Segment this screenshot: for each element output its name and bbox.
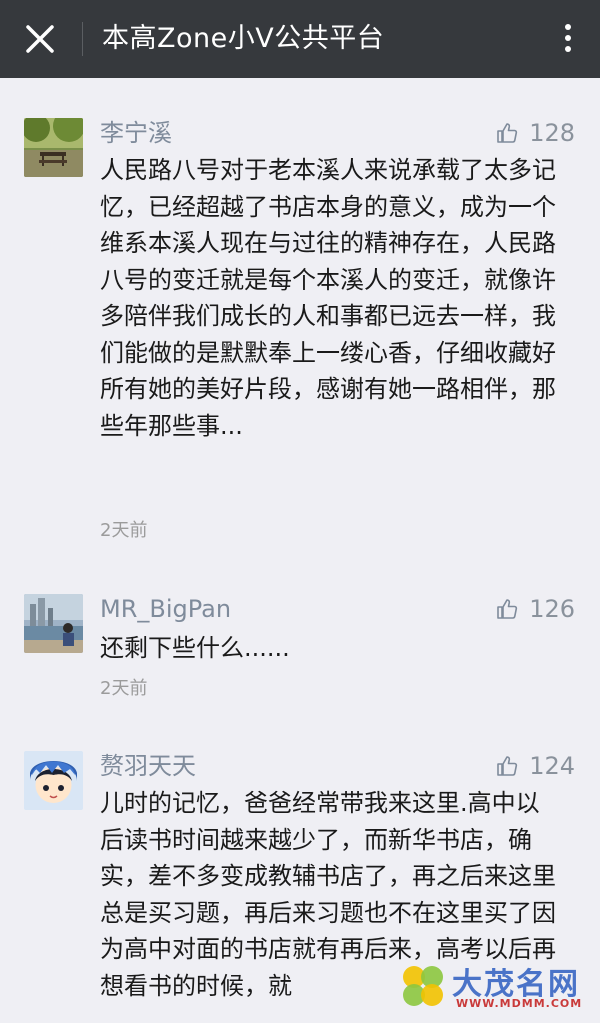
top-bar: 本高Zone小V公共平台 xyxy=(0,0,600,78)
thumbs-up-icon xyxy=(497,599,518,619)
comment-time: 2天前 xyxy=(100,520,148,541)
comment-text: 人民路八号对于老本溪人来说承载了太多记忆，已经超越了书店本身的意义，成为一个维系… xyxy=(100,156,556,440)
comment-time: 2天前 xyxy=(100,678,148,699)
close-icon xyxy=(26,25,54,53)
comment-author[interactable]: 赘羽天天 xyxy=(100,751,196,781)
like-count: 126 xyxy=(529,595,575,623)
like-button[interactable]: 124 xyxy=(495,751,575,781)
page-title: 本高Zone小V公共平台 xyxy=(102,23,385,54)
avatar[interactable] xyxy=(24,594,83,653)
avatar[interactable] xyxy=(24,118,83,177)
watermark-url: WWW.MDMM.COM xyxy=(456,997,583,1010)
more-menu-button[interactable] xyxy=(558,20,578,58)
thumbs-up-icon xyxy=(497,123,518,143)
like-button[interactable]: 128 xyxy=(495,118,575,148)
thumbs-up-icon xyxy=(497,756,518,776)
city-riverside-avatar-image xyxy=(24,594,83,653)
like-button[interactable]: 126 xyxy=(495,594,575,624)
comment-author[interactable]: 李宁溪 xyxy=(100,118,172,148)
more-dots-icon xyxy=(565,24,571,30)
comment-author[interactable]: MR_BigPan xyxy=(100,594,231,624)
header-divider xyxy=(82,22,83,56)
like-count: 124 xyxy=(529,752,575,780)
like-count: 128 xyxy=(529,119,575,147)
cartoon-boy-avatar-image xyxy=(24,751,83,810)
comment-text: 还剩下些什么...... xyxy=(100,634,290,662)
close-button[interactable] xyxy=(14,13,66,65)
site-watermark: 大茂名网 WWW.MDMM.COM xyxy=(396,959,596,1017)
park-bench-avatar-image xyxy=(24,118,83,177)
clover-logo-icon xyxy=(403,966,443,1006)
avatar[interactable] xyxy=(24,751,83,810)
